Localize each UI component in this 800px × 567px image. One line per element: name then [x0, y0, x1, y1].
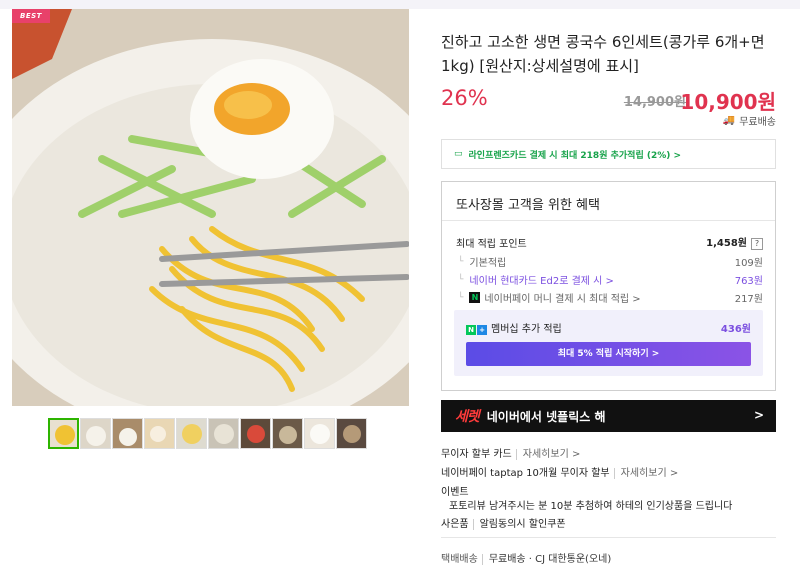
divider [442, 220, 775, 221]
thumbnail-9[interactable] [304, 418, 335, 449]
taptap-info: 네이버페이 taptap 10개월 무이자 할부 자세히보기 > [441, 464, 679, 479]
truck-icon: 🚚 [722, 115, 736, 126]
card-promo-text: 라인프렌즈카드 결제 시 최대 218원 추가적립 (2%) > [468, 150, 682, 161]
help-icon[interactable]: ? [751, 238, 763, 250]
original-price: 14,900원 [623, 95, 686, 110]
points-label-npay[interactable]: 네이버페이 머니 결제 시 최대 적립 > [484, 290, 640, 305]
membership-row: N + 멤버십 추가 적립 436원 [466, 320, 751, 335]
thumbnail-8[interactable] [272, 418, 303, 449]
banner-logo: 세렛 [455, 409, 480, 425]
taptap-more-link[interactable]: 자세히보기 > [613, 468, 679, 479]
thumbnail-7[interactable] [240, 418, 271, 449]
max-points-label: 최대 적립 포인트 [456, 238, 527, 250]
npay-icon: N [469, 292, 481, 303]
event-label: 이벤트 [441, 487, 469, 498]
coupon-info: 사은품 알림동의시 할인쿠폰 [441, 515, 566, 530]
thumbnail-strip [48, 418, 367, 449]
sale-price: 10,900원 [680, 90, 776, 114]
benefit-box: 또사장몰 고객을 위한 혜택 최대 적립 포인트 1,458원? 기본적립 10… [441, 181, 776, 391]
product-title: 진하고 고소한 생면 콩국수 6인세트(콩가루 6개+면1kg) [원산지:상세… [441, 33, 765, 75]
thumbnail-5[interactable] [176, 418, 207, 449]
installment-more-link[interactable]: 자세히보기 > [515, 449, 581, 460]
nplus-icon: N + [466, 325, 487, 335]
card-icon: ▭ [454, 149, 463, 159]
points-value-npay: 217원 [734, 294, 763, 305]
membership-start-button[interactable]: 최대 5% 적립 시작하기 > [466, 342, 751, 366]
taptap-label: 네이버페이 taptap 10개월 무이자 할부 [441, 468, 610, 479]
coupon-text[interactable]: 알림동의시 할인쿠폰 [472, 519, 566, 530]
points-value-card: 763원 [734, 276, 763, 287]
points-row-npay[interactable]: N네이버페이 머니 결제 시 최대 적립 > 217원 [456, 290, 763, 305]
membership-box: N + 멤버십 추가 적립 436원 최대 5% 적립 시작하기 > [454, 310, 763, 376]
thumbnail-1[interactable] [48, 418, 79, 449]
top-bar [0, 0, 800, 9]
points-row-basic: 기본적립 109원 [456, 254, 763, 269]
coupon-label: 사은품 [441, 519, 469, 530]
thumbnail-3[interactable] [112, 418, 143, 449]
shipping-info: 🚚 무료배송 [723, 113, 776, 128]
delivery-text: 무료배송 · CJ 대한통운(오네) [481, 554, 612, 565]
event-text: 포토리뷰 남겨주시는 분 10분 추첨하여 하테의 인기상품을 드립니다 [449, 501, 733, 512]
points-row-card[interactable]: 네이버 현대카드 Ed2로 결제 시 > 763원 [456, 272, 763, 287]
best-badge: BEST [12, 9, 50, 23]
max-points-row: 최대 적립 포인트 1,458원? [456, 234, 763, 250]
netflix-banner[interactable]: 세렛 네이버에서 넷플릭스 해 > [441, 400, 776, 432]
thumbnail-10[interactable] [336, 418, 367, 449]
points-label-card[interactable]: 네이버 현대카드 Ed2로 결제 시 > [458, 272, 614, 287]
points-label-basic: 기본적립 [458, 254, 506, 269]
membership-value: 436원 [720, 324, 751, 335]
thumbnail-2[interactable] [80, 418, 111, 449]
card-promo-link[interactable]: ▭ 라인프렌즈카드 결제 시 최대 218원 추가적립 (2%) > [441, 139, 776, 169]
membership-label: 멤버십 추가 적립 [491, 324, 562, 335]
installment-info: 무이자 할부 카드 자세히보기 > [441, 445, 581, 460]
shipping-label: 무료배송 [739, 117, 776, 128]
discount-rate: 26% [441, 86, 488, 110]
thumbnail-4[interactable] [144, 418, 175, 449]
chevron-right-icon: > [753, 408, 764, 422]
delivery-info: 택배배송 무료배송 · CJ 대한통운(오네) [441, 550, 612, 565]
max-points-value: 1,458원 [706, 238, 747, 249]
points-value-basic: 109원 [734, 258, 763, 269]
divider [441, 537, 776, 538]
banner-text: 네이버에서 넷플릭스 해 [486, 409, 606, 424]
delivery-label: 택배배송 [441, 554, 478, 565]
benefit-title: 또사장몰 고객을 위한 혜택 [456, 198, 600, 213]
thumbnail-6[interactable] [208, 418, 239, 449]
installment-label: 무이자 할부 카드 [441, 449, 512, 460]
product-main-image [12, 9, 409, 406]
